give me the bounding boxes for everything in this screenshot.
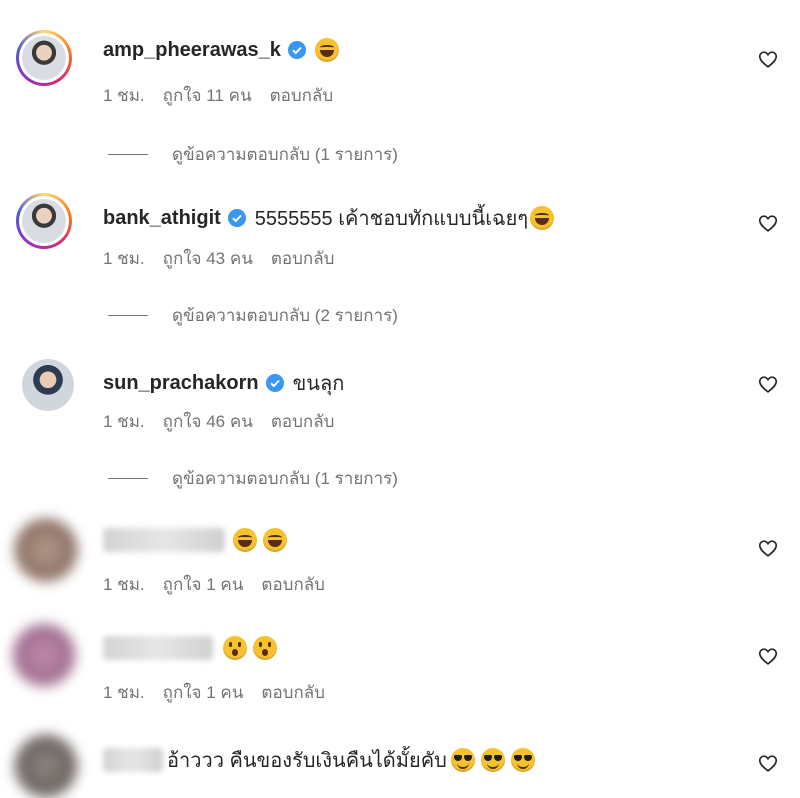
like-count[interactable]: ถูกใจ 1 คน [163, 571, 244, 598]
heart-outline-icon[interactable] [757, 373, 779, 395]
divider [108, 154, 148, 155]
face-with-tears-of-joy-emoji [530, 206, 555, 230]
verified-badge-icon [227, 208, 247, 228]
comment-time[interactable]: 1 ชม. [103, 82, 145, 109]
face-with-tears-of-joy-emoji [263, 528, 287, 552]
heart-outline-icon[interactable] [757, 48, 779, 70]
comment-time[interactable]: 1 ชม. [103, 245, 145, 272]
like-count[interactable]: ถูกใจ 1 คน [163, 679, 244, 706]
smiling-face-with-sunglasses-emoji [450, 748, 475, 772]
heart-outline-icon[interactable] [757, 752, 779, 774]
username-redacted[interactable] [103, 636, 213, 660]
like-count[interactable]: ถูกใจ 11 คน [163, 82, 252, 109]
comment-text: อ้าววว คืนของรับเงินคืนได้มั้ยคับ [167, 750, 447, 772]
comment-text: ขนลุก [292, 373, 345, 395]
heart-outline-icon[interactable] [757, 212, 779, 234]
username[interactable]: amp_pheerawas_k [103, 39, 281, 62]
avatar[interactable] [14, 518, 78, 582]
view-replies-label: ดูข้อความตอบกลับ (2 รายการ) [172, 306, 398, 325]
reply-button[interactable]: ตอบกลับ [261, 679, 325, 706]
divider [108, 315, 148, 316]
reply-button[interactable]: ตอบกลับ [271, 245, 335, 272]
avatar[interactable] [12, 623, 76, 687]
reply-button[interactable]: ตอบกลับ [270, 82, 334, 109]
username[interactable]: bank_athigit [103, 207, 221, 230]
smiling-face-with-sunglasses-emoji [510, 748, 535, 772]
comment-time[interactable]: 1 ชม. [103, 571, 145, 598]
username-redacted[interactable] [103, 528, 225, 552]
avatar[interactable] [14, 734, 78, 798]
astonished-face-emoji [253, 636, 277, 660]
divider [108, 478, 148, 479]
view-replies-button[interactable]: ดูข้อความตอบกลับ (2 รายการ) [108, 302, 398, 329]
view-replies-label: ดูข้อความตอบกลับ (1 รายการ) [172, 145, 398, 164]
view-replies-button[interactable]: ดูข้อความตอบกลับ (1 รายการ) [108, 141, 398, 168]
comment-time[interactable]: 1 ชม. [103, 679, 145, 706]
verified-badge-icon [287, 40, 307, 60]
verified-badge-icon [265, 373, 285, 393]
like-count[interactable]: ถูกใจ 46 คน [163, 408, 253, 435]
avatar[interactable] [22, 359, 74, 411]
reply-button[interactable]: ตอบกลับ [271, 408, 335, 435]
comment-text: 5555555 เค้าชอบทักแบบนี้เฉยๆ [254, 208, 529, 230]
face-with-tears-of-joy-emoji [314, 38, 339, 62]
heart-outline-icon[interactable] [757, 537, 779, 559]
avatar[interactable] [16, 193, 72, 249]
view-replies-button[interactable]: ดูข้อความตอบกลับ (1 รายการ) [108, 465, 398, 492]
smiling-face-with-sunglasses-emoji [480, 748, 505, 772]
avatar[interactable] [16, 30, 72, 86]
view-replies-label: ดูข้อความตอบกลับ (1 รายการ) [172, 469, 398, 488]
reply-button[interactable]: ตอบกลับ [261, 571, 325, 598]
username-redacted[interactable] [103, 748, 163, 772]
username[interactable]: sun_prachakorn [103, 372, 259, 395]
comment-time[interactable]: 1 ชม. [103, 408, 145, 435]
astonished-face-emoji [223, 636, 247, 660]
heart-outline-icon[interactable] [757, 645, 779, 667]
like-count[interactable]: ถูกใจ 43 คน [163, 245, 253, 272]
face-with-tears-of-joy-emoji [233, 528, 257, 552]
